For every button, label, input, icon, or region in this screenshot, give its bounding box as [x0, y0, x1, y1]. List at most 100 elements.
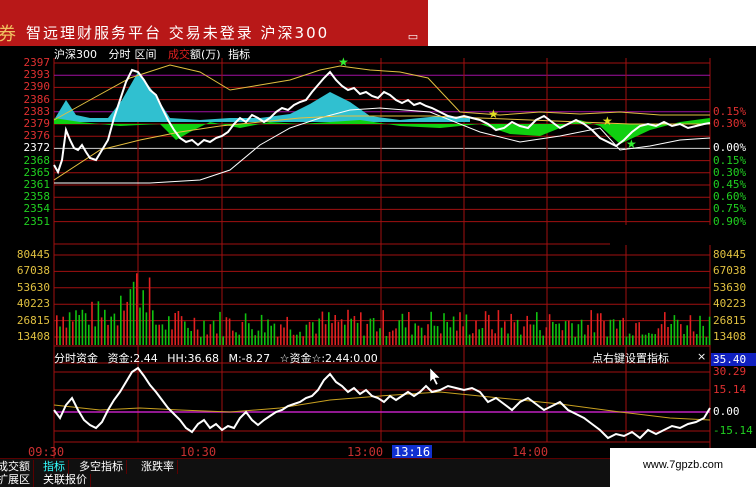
volume-tick-label-right: 67038 — [713, 264, 747, 278]
volume-bar — [558, 323, 560, 345]
volume-bar — [465, 314, 468, 345]
price-tick-label: 2361 — [23, 178, 51, 191]
time-label: 10:30 — [180, 445, 217, 459]
price-tick-label: 2379 — [23, 117, 51, 130]
volume-bar — [270, 325, 272, 345]
indicator-hint[interactable]: 点右键设置指标 — [592, 350, 669, 366]
range-label[interactable]: 区间 — [135, 48, 157, 61]
tab-change-rate[interactable]: 涨跌率 — [138, 460, 178, 475]
volume-bar — [283, 327, 285, 345]
volume-bar — [574, 337, 576, 345]
volume-tick-label-right: 40223 — [713, 297, 747, 311]
chart-header: 沪深300 分时 区间 成交额(万) 指标 — [54, 46, 258, 61]
volume-bar — [686, 325, 688, 345]
volume-bar — [136, 273, 138, 345]
volume-bar — [520, 334, 522, 345]
indicator-tick-label: 30.29 — [713, 365, 747, 378]
volume-bar — [216, 333, 218, 345]
volume-bar — [104, 309, 106, 345]
volume-bar — [97, 301, 100, 345]
price-tick-label: 2365 — [23, 165, 51, 179]
indicator-label[interactable]: 指标 — [228, 48, 250, 61]
volume-bar — [56, 315, 58, 345]
volume-tick-label-right: 53630 — [713, 280, 747, 294]
volume-bar — [94, 326, 96, 345]
volume-bar — [536, 312, 538, 345]
volume-bar — [670, 324, 672, 345]
percent-tick-label: 0.45% — [713, 178, 747, 191]
volume-bar — [81, 309, 84, 345]
volume-bar — [324, 324, 327, 345]
volume-bar — [459, 312, 461, 345]
close-icon[interactable]: × — [697, 350, 706, 363]
volume-bar — [398, 320, 400, 345]
volume-bar — [552, 321, 554, 345]
volume-bar — [59, 326, 61, 345]
percent-tick-label: 0.00% — [713, 141, 747, 155]
volume-bar — [622, 317, 624, 345]
mouse-cursor-icon — [429, 367, 441, 386]
volume-bar — [126, 301, 128, 345]
volume-bar — [190, 331, 192, 345]
volume-bar — [603, 321, 605, 345]
volume-bar — [360, 312, 362, 345]
volume-bar — [635, 323, 637, 345]
volume-bar — [619, 320, 621, 345]
volume-tick-label: 40223 — [16, 297, 50, 311]
volume-bar — [347, 309, 349, 345]
volume-bar — [302, 336, 304, 345]
volume-bar — [523, 326, 525, 345]
volume-bar — [625, 336, 628, 345]
volume-tick-label: 80445 — [16, 248, 50, 261]
volume-bar — [376, 331, 378, 345]
price-tick-label: 2368 — [23, 153, 51, 167]
volume-bar — [312, 322, 314, 345]
indicator-tick-label: 15.14 — [713, 383, 747, 396]
tab-related-quotes[interactable]: 关联报价 — [40, 474, 91, 487]
price-tick-label: 2351 — [23, 214, 51, 228]
volume-bar — [161, 324, 164, 345]
volume-bar — [616, 328, 618, 345]
volume-bar — [497, 310, 500, 345]
volume-bar — [331, 323, 333, 345]
volume-bar — [129, 289, 132, 345]
volume-bar — [584, 334, 586, 345]
volume-bar — [228, 318, 231, 345]
volume-bar — [155, 324, 157, 345]
price-tick-label: 2386 — [23, 92, 51, 106]
volume-bar — [488, 314, 490, 345]
volume-bar — [84, 313, 87, 345]
volume-tick-label: 53630 — [16, 280, 50, 294]
volume-bar — [145, 312, 148, 345]
volume-bar — [132, 281, 135, 345]
volume-bar — [91, 301, 93, 345]
volume-bar — [196, 329, 199, 345]
volume-bar — [273, 323, 276, 345]
symbol-label[interactable]: 沪深300 — [54, 48, 97, 61]
volume-bar — [664, 312, 666, 345]
volume-bar — [232, 330, 234, 345]
volume-bar — [500, 327, 503, 345]
volume-bar — [414, 323, 416, 345]
volume-bar — [689, 315, 692, 345]
volume-bar — [408, 312, 410, 345]
indicator-fund: 资金:2.44 — [107, 352, 158, 365]
volume-bar — [321, 311, 324, 345]
volume-bar — [587, 324, 589, 345]
volume-bar — [116, 325, 119, 345]
volume-bar — [443, 313, 445, 345]
percent-tick-label: 0.15% — [713, 153, 747, 167]
volume-bar — [648, 332, 650, 345]
volume-bar — [379, 328, 381, 345]
volume-bar — [344, 324, 346, 345]
volume-bar — [152, 310, 154, 345]
volume-bar — [372, 318, 375, 345]
mode-label[interactable]: 分时 — [109, 48, 131, 61]
signal-star-icon: ★ — [626, 137, 637, 151]
volume-bar — [88, 324, 90, 345]
volume-bar — [174, 313, 176, 345]
price-tick-label: 2376 — [23, 129, 51, 143]
price-tick-label: 2390 — [23, 80, 51, 94]
volume-bar — [504, 321, 506, 345]
tab-extension[interactable]: 扩展区 — [0, 474, 34, 487]
